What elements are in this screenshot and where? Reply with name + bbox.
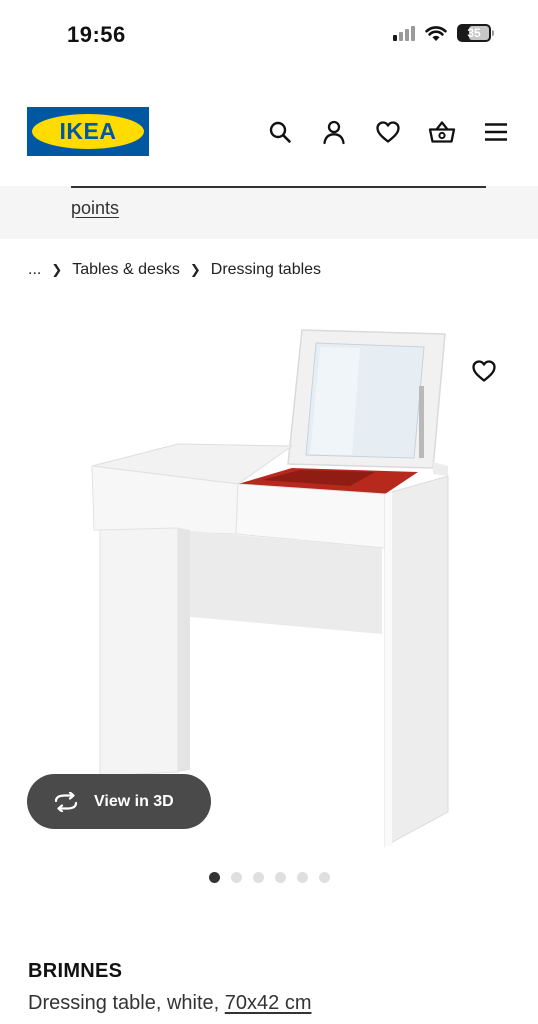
favorites-icon[interactable] bbox=[372, 116, 404, 148]
carousel-dot[interactable] bbox=[209, 872, 220, 883]
logo-text: IKEA bbox=[59, 118, 117, 144]
carousel-dot[interactable] bbox=[231, 872, 242, 883]
carousel-dot[interactable] bbox=[319, 872, 330, 883]
view-in-3d-label: View in 3D bbox=[94, 792, 174, 810]
breadcrumb-ellipsis[interactable]: ... bbox=[28, 261, 41, 279]
carousel-dots bbox=[209, 872, 330, 883]
heart-icon bbox=[472, 360, 496, 382]
status-bar: 19:56 35 bbox=[0, 0, 538, 70]
menu-icon[interactable] bbox=[480, 116, 512, 148]
promo-points-link[interactable]: points bbox=[71, 198, 119, 219]
view-in-3d-button[interactable]: View in 3D bbox=[27, 774, 211, 829]
breadcrumb-item-tables-desks[interactable]: Tables & desks bbox=[72, 261, 180, 279]
carousel-dot[interactable] bbox=[253, 872, 264, 883]
wifi-icon bbox=[425, 25, 447, 41]
carousel-dot[interactable] bbox=[275, 872, 286, 883]
chevron-right-icon: ❯ bbox=[51, 262, 63, 277]
battery-level: 35 bbox=[467, 26, 481, 40]
promo-banner: points bbox=[0, 186, 538, 239]
product-favorite-button[interactable] bbox=[469, 356, 499, 386]
product-dimensions-link[interactable]: 70x42 cm bbox=[225, 992, 312, 1014]
signal-icon bbox=[393, 25, 415, 41]
breadcrumb-item-dressing-tables[interactable]: Dressing tables bbox=[211, 261, 321, 279]
search-icon[interactable] bbox=[264, 116, 296, 148]
site-header: IKEA bbox=[0, 96, 538, 166]
promo-underline bbox=[71, 186, 486, 188]
product-name: BRIMNES bbox=[28, 960, 123, 982]
status-time: 19:56 bbox=[67, 22, 126, 47]
carousel-dot[interactable] bbox=[297, 872, 308, 883]
product-description-text: Dressing table, white, bbox=[28, 992, 225, 1014]
header-icons bbox=[264, 116, 512, 148]
battery-icon: 35 bbox=[457, 24, 494, 42]
chevron-right-icon: ❯ bbox=[189, 262, 201, 277]
status-icons: 35 bbox=[393, 24, 494, 42]
basket-icon[interactable] bbox=[426, 116, 458, 148]
product-description: Dressing table, white, 70x42 cm bbox=[28, 992, 311, 1015]
breadcrumb: ... ❯ Tables & desks ❯ Dressing tables bbox=[28, 261, 321, 279]
rotate-3d-icon bbox=[54, 791, 78, 812]
ikea-logo[interactable]: IKEA bbox=[27, 107, 149, 156]
account-icon[interactable] bbox=[318, 116, 350, 148]
